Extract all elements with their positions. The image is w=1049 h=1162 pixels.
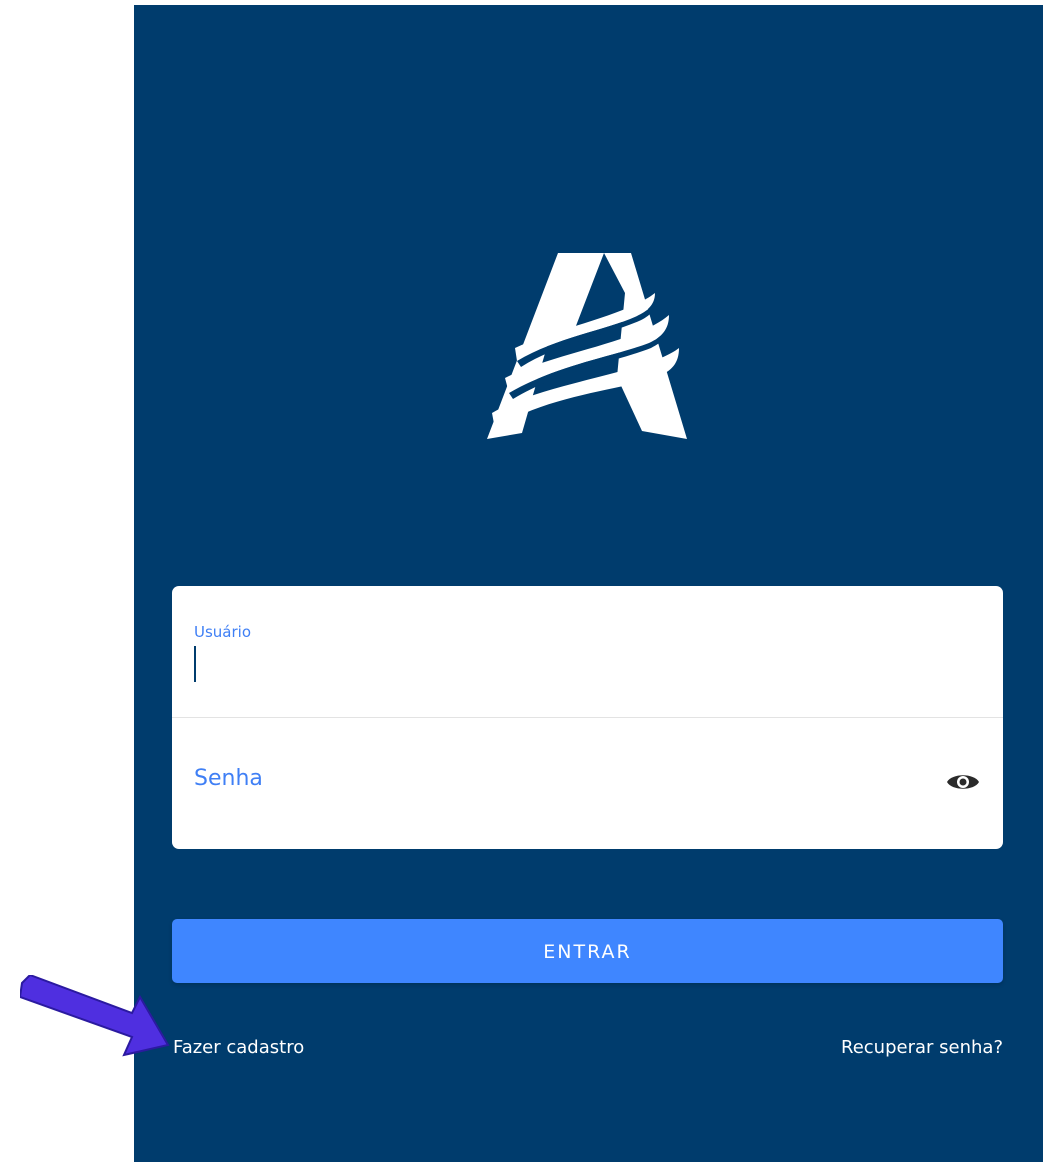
login-card: Usuário Senha [172,586,1003,849]
recover-password-link[interactable]: Recuperar senha? [841,1037,1003,1058]
arrow-pointer-icon [20,975,170,1057]
username-label: Usuário [194,623,252,641]
username-field[interactable]: Usuário [172,586,1003,717]
register-link[interactable]: Fazer cadastro [173,1037,304,1058]
login-panel: Usuário Senha ENTRAR Fazer cadastro Recu… [134,5,1043,1162]
A-logo-icon [487,253,687,439]
password-field[interactable]: Senha [172,718,1003,849]
login-button[interactable]: ENTRAR [172,919,1003,983]
password-label: Senha [194,766,263,791]
text-cursor [194,646,196,682]
eye-icon[interactable] [946,770,980,794]
